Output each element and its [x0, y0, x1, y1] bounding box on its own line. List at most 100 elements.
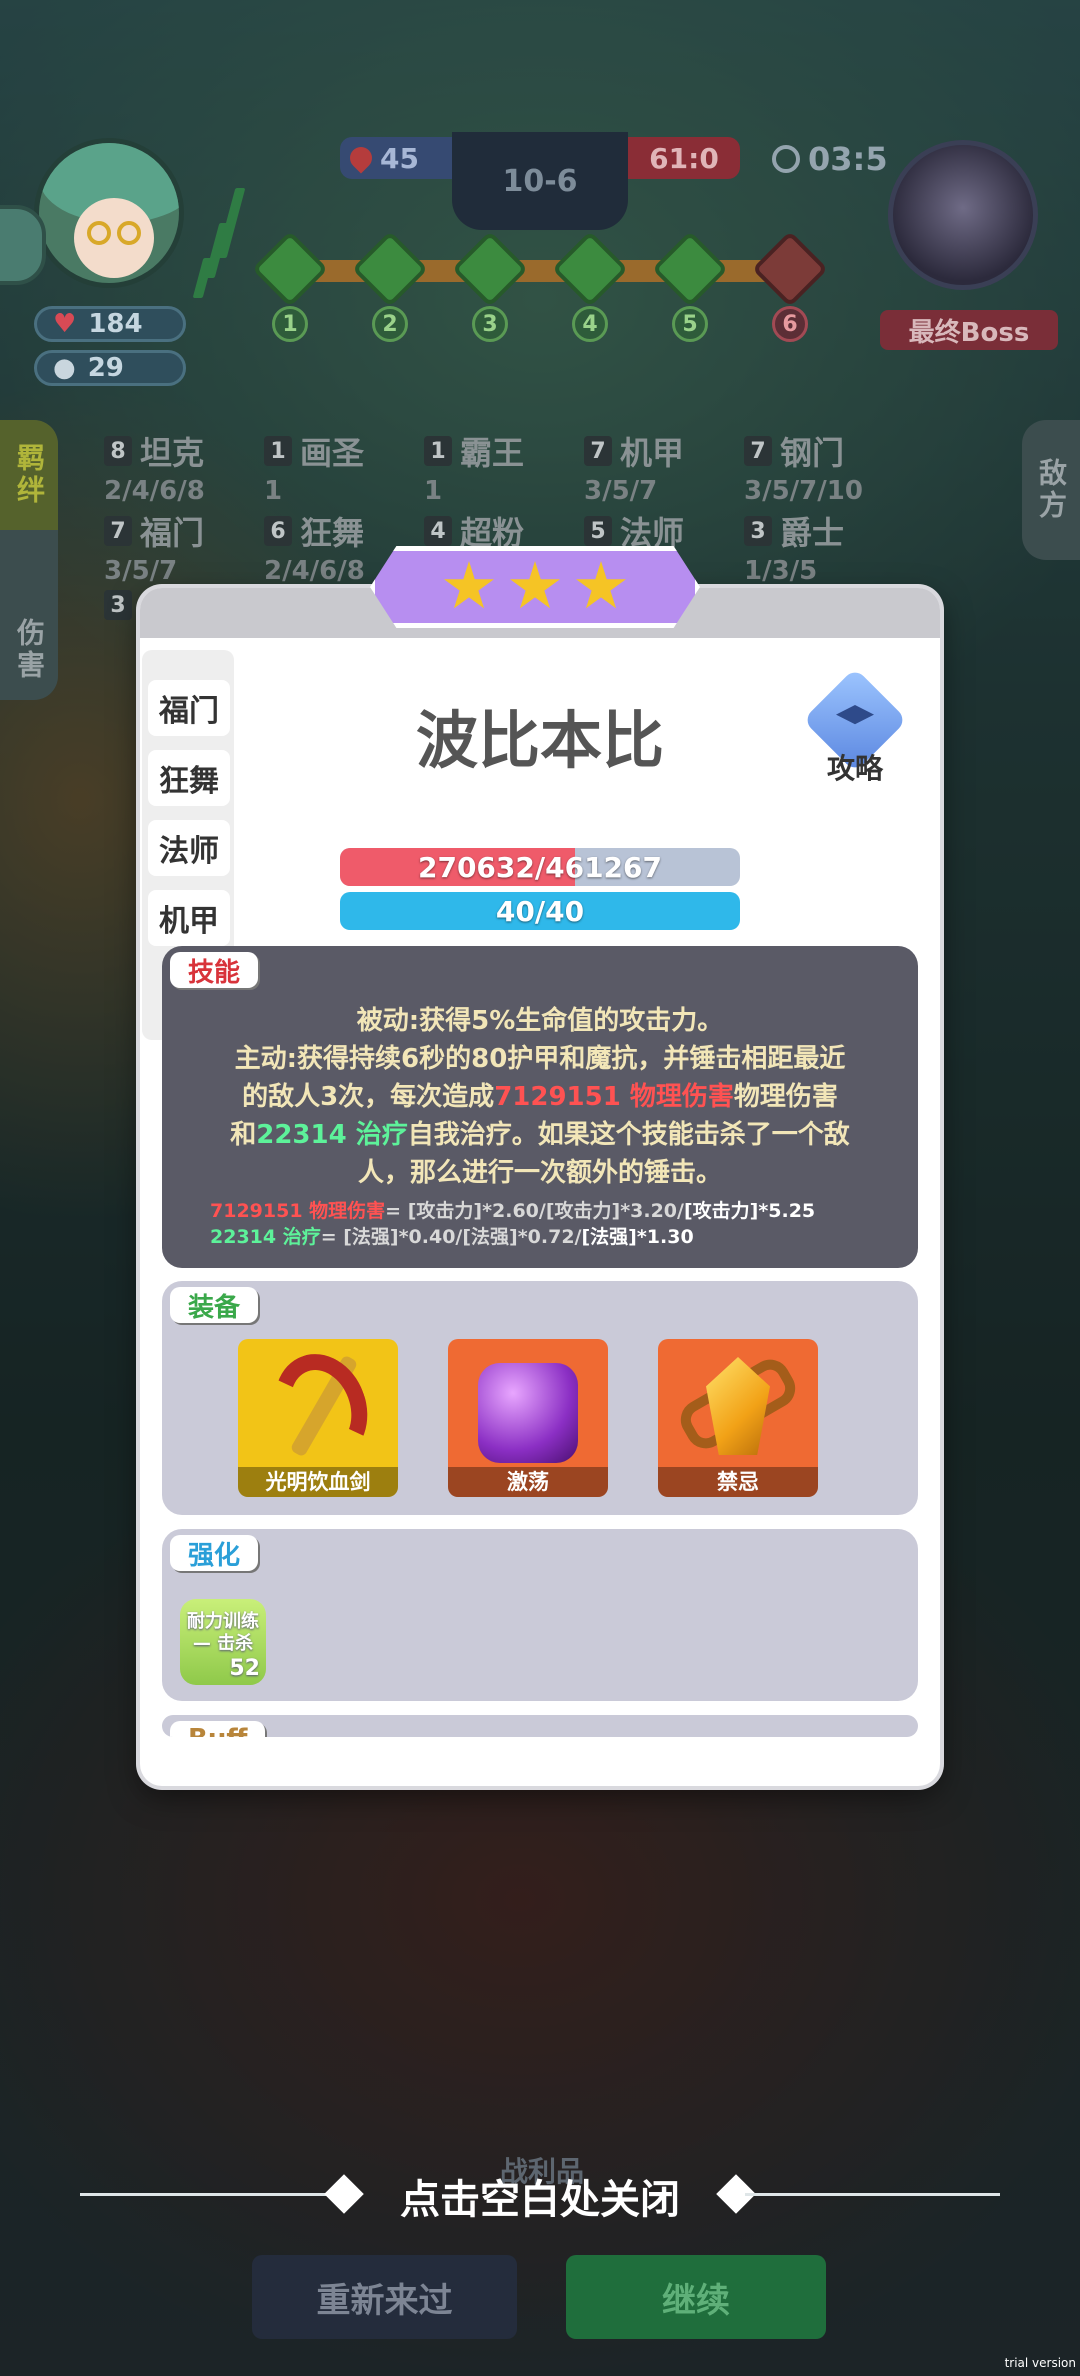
- mana-text: 40/40: [495, 894, 585, 928]
- synergy-item[interactable]: 7 福门 3/5/7: [104, 508, 204, 586]
- enhance-value: 52: [229, 1656, 260, 1681]
- fire-counter: 45: [340, 137, 452, 179]
- equipment-tag: 装备: [170, 1287, 259, 1323]
- formula-text: = [法强]*0.40/[法强]*0.72/: [320, 1226, 582, 1248]
- level-bars: [192, 168, 248, 298]
- star-icon: [576, 561, 626, 609]
- boss-label: 最终Boss: [880, 310, 1058, 350]
- enhance-tag: 强化: [170, 1535, 259, 1571]
- synergy-item[interactable]: 8 坦克 2/4/6/8: [104, 428, 205, 506]
- boss-avatar[interactable]: [888, 140, 1038, 290]
- stage-number: 2: [372, 306, 408, 342]
- coin-pill: ● 29: [34, 350, 186, 386]
- synergy-item[interactable]: 7 机甲 3/5/7: [584, 428, 684, 506]
- synergy-levels: 1/3/5: [744, 556, 818, 586]
- equipment-label: 激荡: [448, 1467, 608, 1497]
- hp-text: 270632/461267: [417, 850, 662, 884]
- formula-tail: [法强]*1.30: [581, 1226, 694, 1248]
- tab-damage[interactable]: 伤害: [0, 595, 58, 705]
- synergy-levels: 2/4/6/8: [264, 556, 365, 586]
- retry-button[interactable]: 重新来过: [252, 2255, 517, 2339]
- enhance-item[interactable]: 耐力训练 — 击杀 52: [180, 1599, 266, 1685]
- synergy-name: 福门: [140, 514, 205, 552]
- fire-icon: [345, 142, 377, 174]
- skill-section: 技能 被动:获得5%生命值的攻击力。 主动:获得持续6秒的80护甲和魔抗，并锤击…: [162, 946, 918, 1268]
- heal-formula: 22314 治疗= [法强]*0.40/[法强]*0.72/[法强]*1.30: [210, 1222, 890, 1249]
- synergy-count: 7: [104, 516, 132, 546]
- guide-label: 攻略: [826, 752, 883, 785]
- synergy-name: 坦克: [140, 434, 205, 472]
- stage-number: 4: [572, 306, 608, 342]
- heal-value: 22314 治疗: [256, 1120, 408, 1150]
- stage-number: 5: [672, 306, 708, 342]
- formula-value: 7129151 物理伤害: [210, 1200, 386, 1222]
- damage-value: 7129151 物理伤害: [494, 1082, 734, 1112]
- synergy-item[interactable]: 1 霸王 1: [424, 428, 524, 506]
- hp-pill: ♥ 184: [34, 306, 186, 342]
- synergy-count: 1: [264, 436, 292, 466]
- continue-button[interactable]: 继续: [566, 2255, 826, 2339]
- synergy-levels: 1: [264, 476, 283, 506]
- glasses-icon: [87, 221, 111, 245]
- fire-value: 45: [380, 141, 419, 175]
- synergy-name: 画圣: [300, 434, 365, 472]
- equipment-label: 光明饮血剑: [238, 1467, 398, 1497]
- skill-text: 和: [230, 1120, 257, 1150]
- synergy-count: 3: [104, 590, 132, 620]
- synergy-name: 钢门: [780, 434, 845, 472]
- synergy-item[interactable]: 6 狂舞 2/4/6/8: [264, 508, 365, 586]
- star-icon: [510, 561, 560, 609]
- synergy-levels: 2/4/6/8: [104, 476, 205, 506]
- synergy-count: 7: [584, 436, 612, 466]
- trait-tag[interactable]: 福门: [148, 680, 230, 736]
- tab-enemy[interactable]: 敌方: [1022, 420, 1080, 560]
- synergy-name: 霸王: [460, 434, 525, 472]
- skill-text: 的敌人3次，每次造成: [242, 1082, 495, 1112]
- buff-tag: Buff: [170, 1721, 266, 1737]
- synergy-item[interactable]: 3: [104, 590, 132, 620]
- coin-value: 29: [87, 353, 124, 383]
- mana-bar: 40/40: [340, 892, 740, 930]
- trait-tag[interactable]: 狂舞: [148, 750, 230, 806]
- trait-tag[interactable]: 机甲: [148, 890, 230, 946]
- synergy-name: 爵士: [780, 514, 845, 552]
- stage-number: 3: [472, 306, 508, 342]
- equipment-item[interactable]: 光明饮血剑: [238, 1339, 398, 1497]
- synergy-name: 机甲: [620, 434, 685, 472]
- formula-tail: [攻击力]*5.25: [683, 1200, 816, 1222]
- chat-icon[interactable]: [0, 205, 46, 285]
- skill-line: 被动:获得5%生命值的攻击力。: [356, 1006, 724, 1036]
- equipment-section: 装备 光明饮血剑 激荡 禁忌: [162, 1281, 918, 1515]
- synergy-count: 5: [584, 516, 612, 546]
- skill-tag: 技能: [170, 952, 259, 988]
- skill-line: 主动:获得持续6秒的80护甲和魔抗，并锤击相距最近: [234, 1044, 846, 1074]
- coin-icon: ●: [53, 353, 76, 383]
- scythe-icon: [259, 1340, 383, 1476]
- score-value: 61:0: [649, 141, 719, 175]
- star-icon: [444, 561, 494, 609]
- synergy-name: 狂舞: [300, 514, 365, 552]
- tab-synergy[interactable]: 羁绊: [0, 420, 58, 530]
- left-side-panel: 羁绊 伤害: [0, 420, 58, 700]
- synergy-count: 6: [264, 516, 292, 546]
- close-hint[interactable]: 点击空白处关闭: [0, 2167, 1080, 2225]
- synergy-item[interactable]: 3 爵士 1/3/5: [744, 508, 844, 586]
- guide-button[interactable]: 攻略: [800, 667, 910, 785]
- purple-orb-icon: [478, 1363, 578, 1463]
- player-avatar[interactable]: [34, 138, 184, 288]
- equipment-item[interactable]: 禁忌: [658, 1339, 818, 1497]
- synergy-levels: 3/5/7: [104, 556, 178, 586]
- skill-line: 人，那么进行一次额外的锤击。: [357, 1158, 722, 1188]
- skill-text: 物理伤害: [733, 1082, 838, 1112]
- hp-bar: 270632/461267: [340, 848, 740, 886]
- synergy-item[interactable]: 7 钢门 3/5/7/10: [744, 428, 863, 506]
- stage-number: 6: [772, 306, 808, 342]
- equipment-label: 禁忌: [658, 1467, 818, 1497]
- synergy-item[interactable]: 1 画圣 1: [264, 428, 364, 506]
- formula-value: 22314 治疗: [210, 1226, 321, 1248]
- timer: 03:5: [772, 140, 888, 178]
- equipment-item[interactable]: 激荡: [448, 1339, 608, 1497]
- synergy-count: 4: [424, 516, 452, 546]
- trait-tag[interactable]: 法师: [148, 820, 230, 876]
- timer-value: 03:5: [808, 140, 888, 178]
